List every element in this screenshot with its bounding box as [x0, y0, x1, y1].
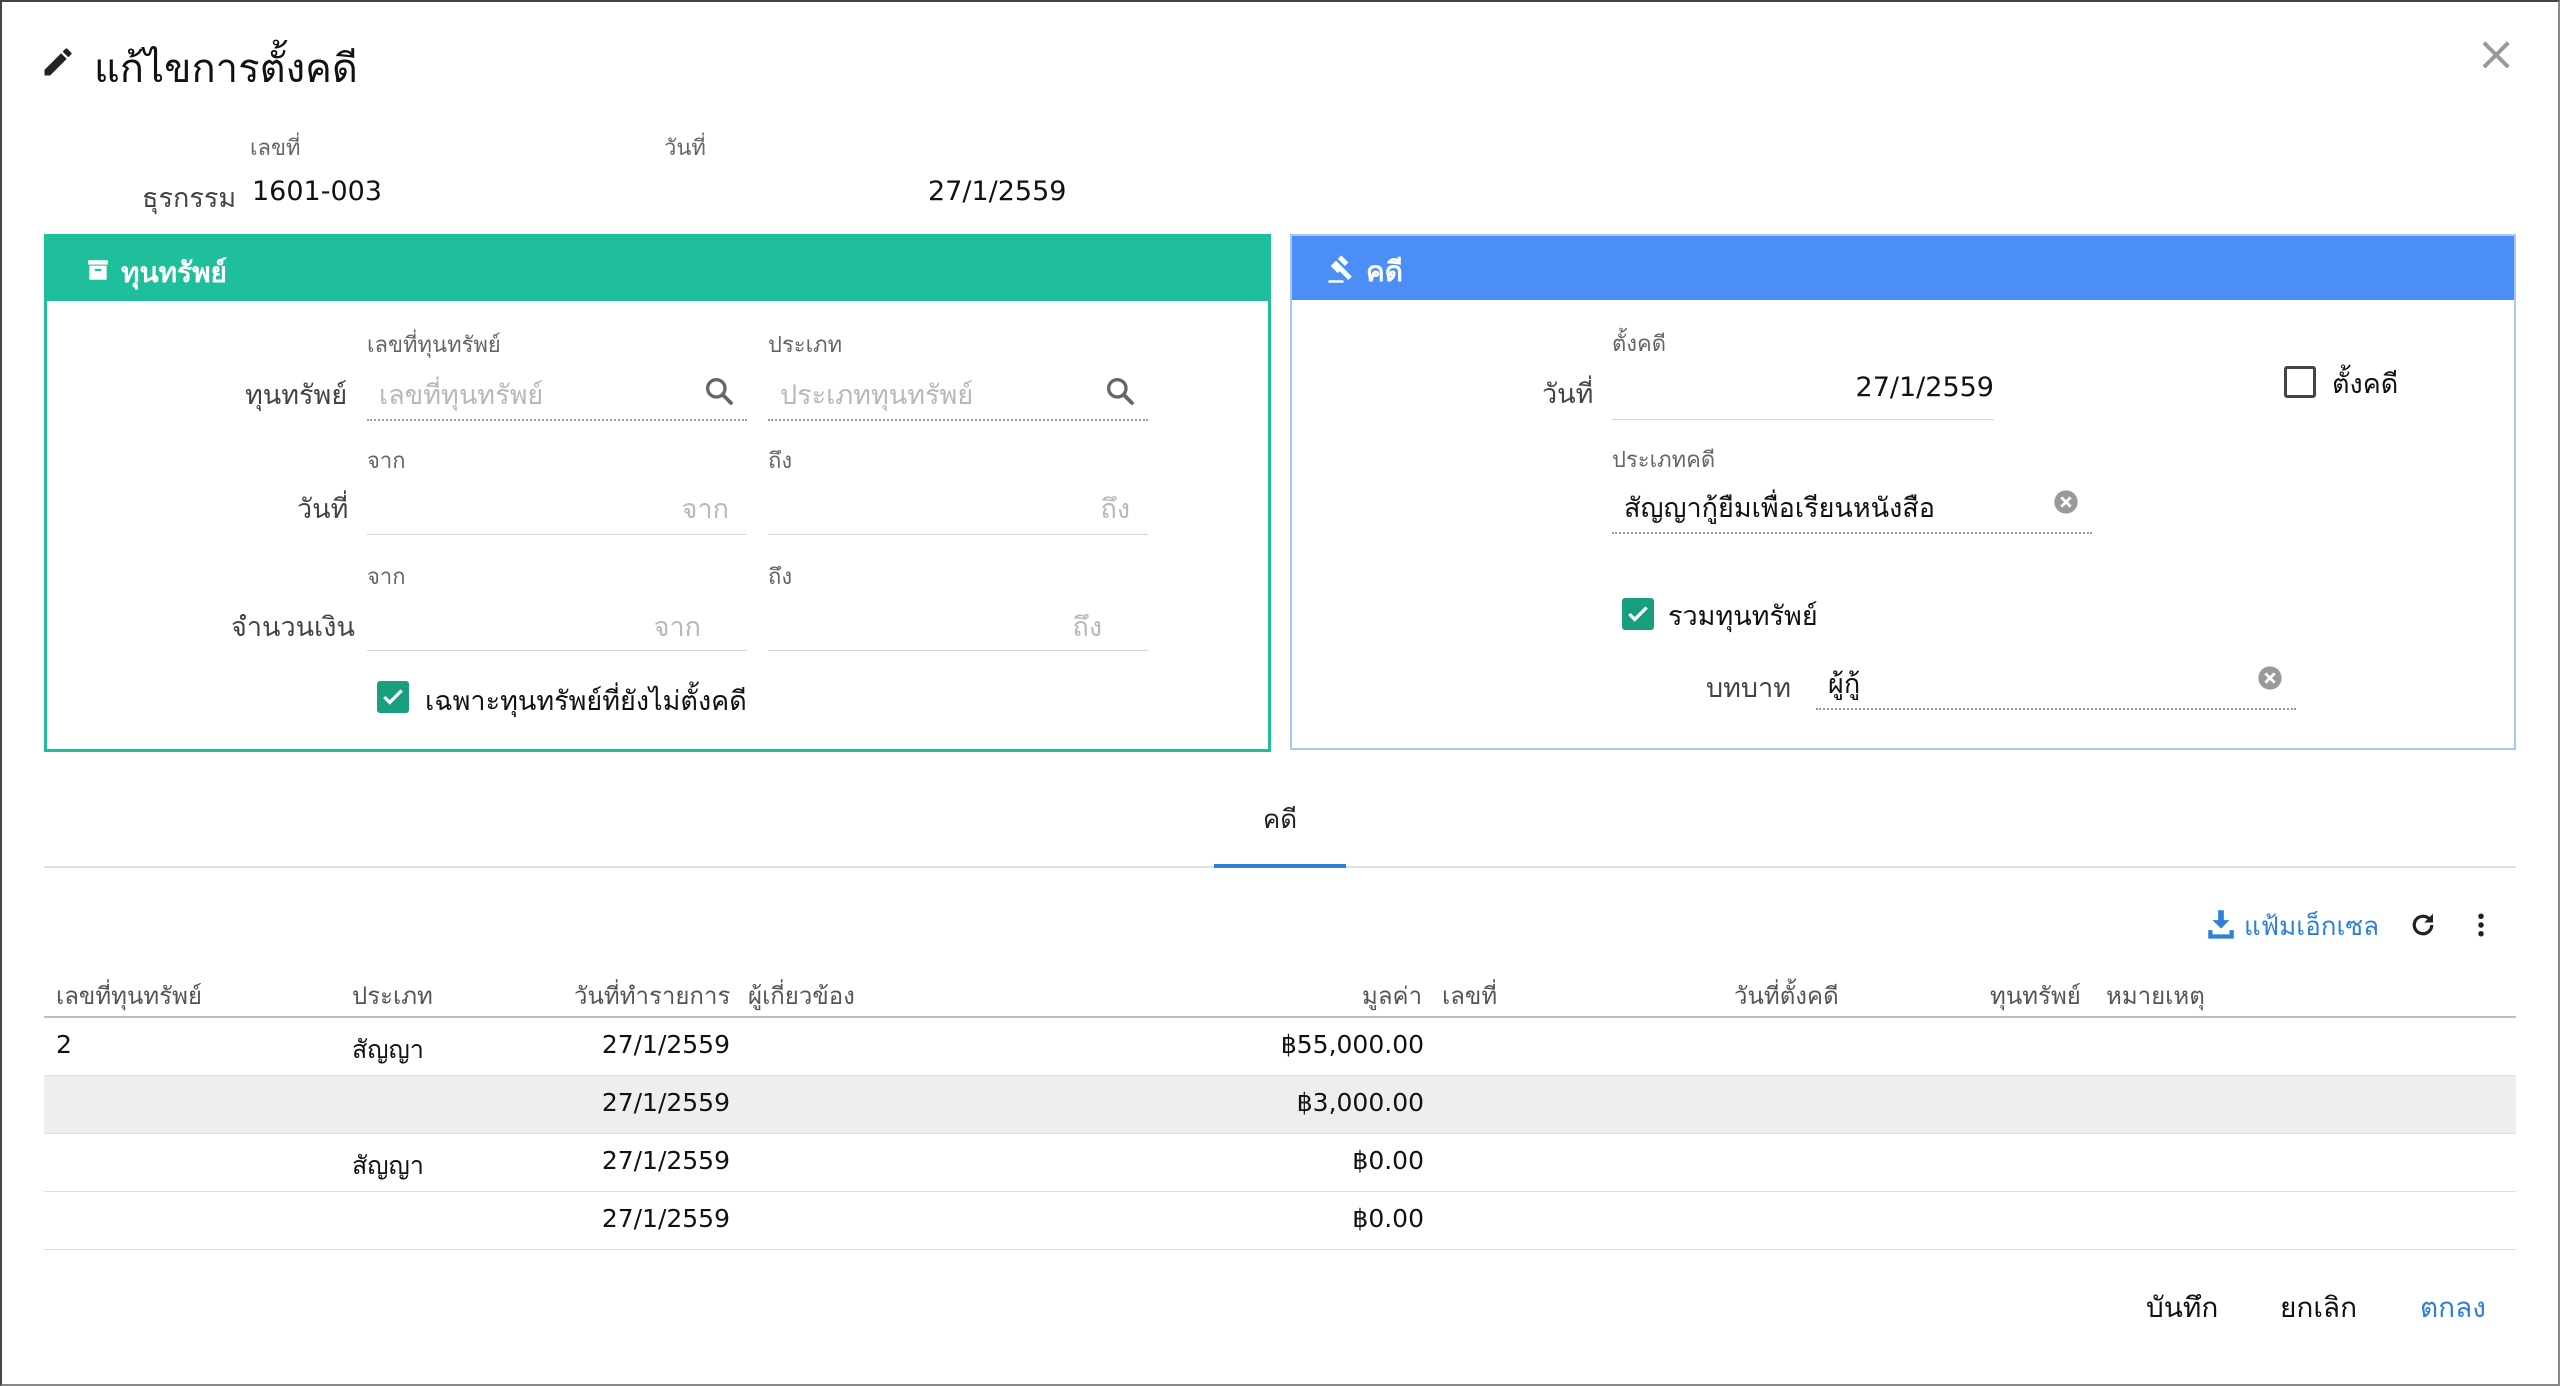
date-row-label: วันที่ — [297, 494, 349, 525]
asset-filter-panel: ทุนทรัพย์ เลขที่ทุนทรัพย์ ประเภท ทุนทรัพ… — [44, 234, 1271, 752]
table-row[interactable]: 27/1/2559 ฿0.00 — [44, 1192, 2516, 1250]
col-value[interactable]: มูลค่า — [1362, 976, 1422, 1015]
gavel-icon — [1326, 254, 1356, 288]
cell-value: ฿0.00 — [1352, 1146, 1424, 1175]
date-value: 27/1/2559 — [928, 176, 1067, 207]
asset-type-placeholder: ประเภททุนทรัพย์ — [780, 380, 974, 411]
search-icon[interactable] — [703, 375, 735, 411]
asset-type-label: ประเภท — [768, 333, 843, 358]
asset-panel-title: ทุนทรัพย์ — [121, 256, 227, 289]
amount-to-placeholder: ถึง — [1072, 612, 1102, 643]
asset-no-placeholder: เลขที่ทุนทรัพย์ — [379, 380, 544, 411]
asset-type-input[interactable]: ประเภททุนทรัพย์ — [768, 361, 1148, 421]
cell-type: สัญญา — [352, 1151, 424, 1180]
cell-value: ฿55,000.00 — [1280, 1030, 1424, 1059]
ok-button[interactable]: ตกลง — [2420, 1286, 2486, 1330]
col-asset-no[interactable]: เลขที่ทุนทรัพย์ — [56, 976, 202, 1015]
close-icon[interactable]: × — [2476, 26, 2516, 82]
cell-txn-date: 27/1/2559 — [601, 1088, 730, 1117]
more-options-icon[interactable] — [2466, 910, 2496, 944]
doc-no-label: เลขที่ — [250, 136, 301, 161]
excel-export-label: แฟ้มเอ็กเซล — [2244, 912, 2380, 942]
col-asset[interactable]: ทุนทรัพย์ — [1990, 976, 2081, 1015]
archive-icon — [85, 257, 111, 287]
case-panel-title: คดี — [1366, 255, 1403, 288]
cell-value: ฿0.00 — [1352, 1204, 1424, 1233]
amount-from-input[interactable]: จาก — [367, 589, 747, 651]
doc-no-value: 1601-003 — [252, 176, 382, 207]
cell-value: ฿3,000.00 — [1296, 1088, 1424, 1117]
col-related[interactable]: ผู้เกี่ยวข้อง — [748, 976, 855, 1015]
clear-icon[interactable] — [2052, 488, 2080, 520]
clear-icon[interactable] — [2256, 664, 2284, 696]
date-from-input[interactable]: จาก — [367, 473, 747, 535]
amount-from-placeholder: จาก — [653, 612, 701, 643]
case-type-select[interactable]: สัญญากู้ยืมเพื่อเรียนหนังสือ — [1612, 472, 2092, 534]
role-value: ผู้กู้ — [1828, 669, 1861, 700]
amount-to-input[interactable]: ถึง — [768, 589, 1148, 651]
cell-asset-no: 2 — [56, 1030, 72, 1059]
asset-no-label: เลขที่ทุนทรัพย์ — [367, 333, 501, 358]
table-row[interactable]: สัญญา 27/1/2559 ฿0.00 — [44, 1134, 2516, 1192]
filed-date-input[interactable]: 27/1/2559 — [1612, 358, 1994, 420]
download-icon — [2204, 906, 2238, 944]
amount-row-label: จำนวนเงิน — [231, 612, 355, 643]
col-txn-date[interactable]: วันที่ทำรายการ — [574, 976, 730, 1015]
case-panel: คดี ตั้งคดี วันที่ 27/1/2559 ตั้งคดี ประ… — [1290, 234, 2516, 750]
tab-case-label: คดี — [1262, 805, 1298, 835]
only-unfiled-checkbox[interactable] — [377, 681, 409, 713]
asset-panel-header: ทุนทรัพย์ — [47, 237, 1268, 301]
refresh-icon[interactable] — [2408, 910, 2438, 944]
search-icon[interactable] — [1104, 375, 1136, 411]
col-filed-date[interactable]: วันที่ตั้งคดี — [1734, 976, 1839, 1015]
dialog-title: แก้ไขการตั้งคดี — [94, 46, 358, 92]
asset-no-input[interactable]: เลขที่ทุนทรัพย์ — [367, 361, 747, 421]
date-from-placeholder: จาก — [681, 494, 729, 525]
case-panel-header: คดี — [1292, 236, 2514, 300]
include-assets-checkbox[interactable] — [1622, 598, 1654, 630]
col-type[interactable]: ประเภท — [352, 976, 433, 1015]
date-to-input[interactable]: ถึง — [768, 473, 1148, 535]
filed-checkbox-label: ตั้งคดี — [2332, 369, 2399, 400]
asset-row-label: ทุนทรัพย์ — [245, 380, 348, 411]
case-type-value: สัญญากู้ยืมเพื่อเรียนหนังสือ — [1624, 493, 1936, 524]
save-button[interactable]: บันทึก — [2146, 1286, 2218, 1330]
case-date-row-label: วันที่ — [1542, 379, 1594, 410]
table-row[interactable]: 27/1/2559 ฿3,000.00 — [44, 1076, 2516, 1134]
col-note[interactable]: หมายเหตุ — [2106, 976, 2205, 1015]
include-assets-label: รวมทุนทรัพย์ — [1668, 601, 1818, 632]
tab-active-indicator — [1214, 864, 1346, 868]
edit-icon — [40, 44, 76, 84]
col-no[interactable]: เลขที่ — [1442, 976, 1497, 1015]
date-to-placeholder: ถึง — [1100, 494, 1130, 525]
role-select[interactable]: ผู้กู้ — [1816, 648, 2296, 710]
cell-txn-date: 27/1/2559 — [601, 1146, 730, 1175]
table-row[interactable]: 2 สัญญา 27/1/2559 ฿55,000.00 — [44, 1018, 2516, 1076]
txn-label: ธุรกรรม — [142, 183, 237, 214]
filed-date-value: 27/1/2559 — [1855, 372, 1994, 403]
only-unfiled-label: เฉพาะทุนทรัพย์ที่ยังไม่ตั้งคดี — [425, 686, 747, 717]
cell-txn-date: 27/1/2559 — [601, 1030, 730, 1059]
tab-case[interactable]: คดี — [1214, 800, 1346, 868]
date-label: วันที่ — [664, 136, 706, 161]
cell-type: สัญญา — [352, 1035, 424, 1064]
filed-date-label: ตั้งคดี — [1612, 332, 1667, 357]
role-label: บทบาท — [1706, 673, 1792, 704]
cell-txn-date: 27/1/2559 — [601, 1204, 730, 1233]
filed-checkbox[interactable] — [2284, 366, 2316, 398]
cancel-button[interactable]: ยกเลิก — [2280, 1286, 2357, 1330]
